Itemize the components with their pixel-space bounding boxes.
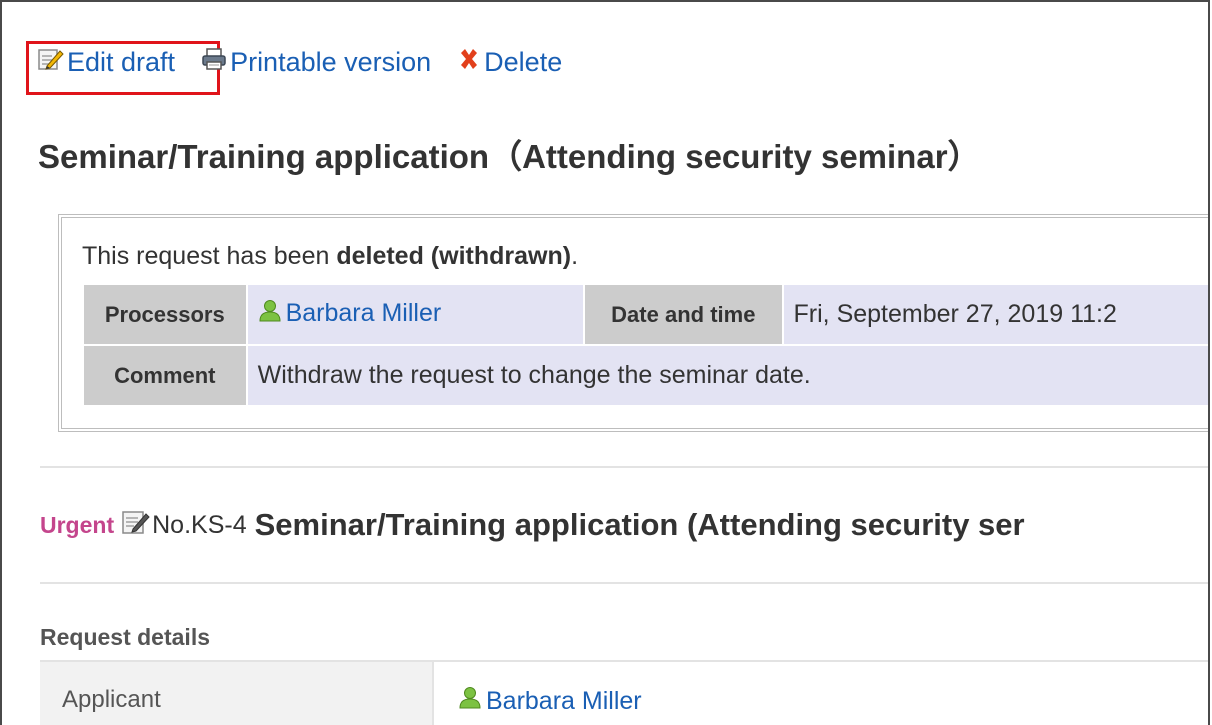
user-icon — [458, 686, 482, 717]
status-message: This request has been deleted (withdrawn… — [82, 242, 578, 271]
datetime-value: Fri, September 27, 2019 11:2 — [783, 285, 1208, 344]
comment-value: Withdraw the request to change the semin… — [247, 346, 1208, 405]
toolbar: Edit draft Printable version Delete — [38, 44, 588, 80]
applicant-row: Applicant Barbara Miller — [40, 660, 1208, 725]
content-frame: Edit draft Printable version Delete Semi… — [0, 0, 1210, 725]
edit-draft-label: Edit draft — [67, 46, 176, 77]
status-row-processors: Processors Barbara Miller Date and time … — [84, 285, 1208, 344]
applicant-label: Applicant — [62, 686, 161, 713]
datetime-label: Date and time — [585, 285, 782, 344]
page-title: Seminar/Training application（Attending s… — [38, 138, 981, 175]
processor-name-link[interactable]: Barbara Miller — [286, 299, 442, 327]
delete-icon — [457, 47, 481, 78]
comment-label: Comment — [84, 346, 246, 405]
divider — [40, 466, 1208, 468]
status-inner: This request has been deleted (withdrawn… — [61, 217, 1208, 429]
user-icon — [258, 299, 282, 330]
applicant-value: Barbara Miller — [458, 686, 642, 717]
request-title: Seminar/Training application (Attending … — [254, 507, 1025, 542]
request-form-icon — [122, 507, 150, 543]
urgent-badge: Urgent — [40, 511, 115, 538]
status-row-comment: Comment Withdraw the request to change t… — [84, 346, 1208, 405]
request-number: No.KS-4 — [152, 510, 247, 539]
delete-link[interactable]: Delete — [457, 47, 562, 78]
edit-draft-link[interactable]: Edit draft — [38, 47, 175, 78]
request-details-heading: Request details — [40, 624, 210, 650]
processor-cell: Barbara Miller — [247, 285, 584, 344]
printable-version-link[interactable]: Printable version — [201, 47, 431, 78]
status-box: This request has been deleted (withdrawn… — [58, 214, 1208, 432]
edit-icon — [38, 47, 64, 78]
divider — [40, 582, 1208, 584]
printable-version-label: Printable version — [230, 46, 432, 77]
status-table: Processors Barbara Miller Date and time … — [82, 283, 1208, 407]
printer-icon — [201, 47, 227, 78]
status-message-prefix: This request has been — [82, 242, 337, 270]
status-message-state: deleted (withdrawn) — [336, 242, 572, 270]
status-message-suffix: . — [571, 242, 579, 270]
delete-label: Delete — [484, 46, 563, 77]
request-header: Urgent No.KS-4 Seminar/Training applicat… — [40, 507, 1025, 543]
applicant-name-link[interactable]: Barbara Miller — [486, 687, 642, 716]
applicant-label-cell: Applicant — [40, 662, 434, 725]
processors-label: Processors — [84, 285, 246, 344]
